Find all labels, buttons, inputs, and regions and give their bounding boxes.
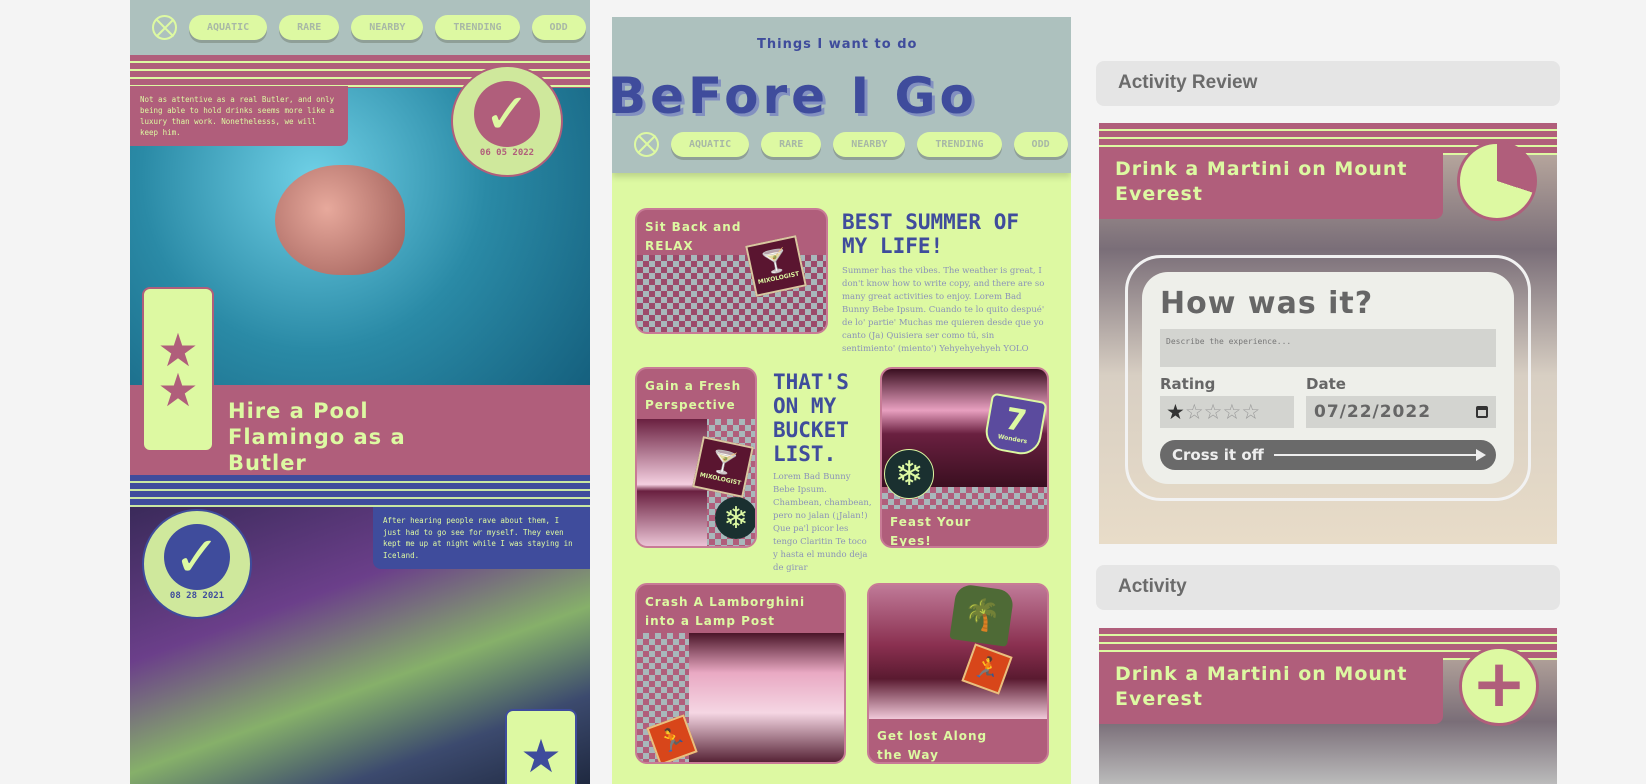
flamingo-caption: Not as attentive as a real Butler, and o…: [130, 86, 348, 146]
experience-input[interactable]: Describe the experience...: [1160, 329, 1496, 367]
bucket-card-relax[interactable]: Sit Back and RELAX 🍸 MIXOLOGIST: [635, 208, 828, 334]
close-icon[interactable]: [634, 131, 659, 157]
activity-title: Drink a Martini on Mount Everest: [1099, 656, 1443, 724]
bucket-card-perspective[interactable]: Gain a Fresh Perspective 🍸 MIXOLOGIST ❄: [635, 367, 757, 548]
completed-date: 08 28 2021: [169, 591, 225, 601]
blurb-body: Summer has the vibes. The weather is gre…: [842, 266, 1045, 354]
review-form: How was it? Describe the experience... R…: [1142, 272, 1514, 484]
mixologist-sticker: 🍸 MIXOLOGIST: [692, 436, 754, 498]
middle-panel: Things I want to do BeFore I Go AQUATIC …: [612, 17, 1071, 784]
blurb-body: Lorem Bad Bunny Bebe Ipsum. Chambean, ch…: [773, 472, 872, 573]
date-input[interactable]: 07/22/2022: [1306, 396, 1496, 428]
activity-review-card: Drink a Martini on Mount Everest How was…: [1099, 123, 1557, 544]
rating-stars[interactable]: ★☆☆☆☆: [1160, 396, 1294, 428]
blurb-heading: THAT'S ON MY BUCKET LIST.: [773, 370, 849, 466]
star-filled-icon[interactable]: ★: [1166, 400, 1185, 424]
blurb-heading: BEST SUMMER OF MY LIFE!: [842, 210, 1020, 258]
check-icon: ✓: [164, 524, 230, 590]
arrow-right-icon: [1273, 449, 1486, 461]
star-empty-icon[interactable]: ☆: [1222, 400, 1241, 424]
star-icon: ★: [520, 729, 562, 783]
rating-label: Rating: [1160, 375, 1216, 393]
pill-aquatic[interactable]: AQUATIC: [189, 15, 268, 40]
star-icon: ★: [157, 362, 199, 417]
bucket-card-lamborghini[interactable]: Crash A Lamborghini into a Lamp Post 🏃: [635, 583, 846, 764]
card-title: Get lost Along the Way: [877, 729, 988, 762]
snowflake-sticker: ❄: [884, 449, 934, 499]
left-panel: AQUATIC RARE NEARBY TRENDING ODD Not as …: [130, 0, 590, 784]
star-card: ★ ★: [142, 287, 214, 452]
header: Things I want to do BeFore I Go AQUATIC …: [612, 17, 1071, 173]
activity-title: Drink a Martini on Mount Everest: [1099, 151, 1443, 219]
sticker-number: 7: [1002, 401, 1030, 440]
calendar-icon[interactable]: [1476, 406, 1488, 418]
activity-review-header: Activity Review: [1096, 61, 1560, 106]
star-empty-icon[interactable]: ☆: [1241, 400, 1260, 424]
pill-odd[interactable]: ODD: [531, 15, 586, 40]
star-empty-icon[interactable]: ☆: [1204, 400, 1223, 424]
flamingo-float: [275, 165, 405, 275]
pill-aquatic[interactable]: AQUATIC: [671, 131, 750, 157]
card-title: Sit Back and RELAX: [645, 220, 742, 253]
star-empty-icon[interactable]: ☆: [1185, 400, 1204, 424]
bucket-card-feast[interactable]: 7 Wonders ❄ Feast Your Eyes!: [880, 367, 1049, 548]
completed-date: 06 05 2022: [479, 148, 535, 158]
aurora-caption: After hearing people rave about them, I …: [373, 507, 590, 569]
snowflake-sticker: ❄: [715, 497, 755, 539]
category-nav: AQUATIC RARE NEARBY TRENDING ODD: [130, 0, 590, 55]
star-card: ★: [505, 709, 577, 784]
cross-it-off-button[interactable]: Cross it off: [1160, 440, 1496, 470]
button-label: Cross it off: [1172, 446, 1264, 464]
activity-card: Drink a Martini on Mount Everest +: [1099, 628, 1557, 784]
pill-trending[interactable]: TRENDING: [435, 15, 520, 40]
check-icon: ✓: [474, 81, 540, 147]
page-title: BeFore I Go: [612, 67, 978, 125]
card-title: Crash A Lamborghini into a Lamp Post: [645, 595, 806, 628]
category-nav: AQUATIC RARE NEARBY TRENDING ODD: [612, 129, 1071, 159]
review-form-frame: How was it? Describe the experience... R…: [1125, 255, 1531, 501]
add-button[interactable]: +: [1459, 646, 1539, 726]
pill-rare[interactable]: RARE: [761, 131, 822, 157]
form-title: How was it?: [1160, 286, 1374, 321]
flamingo-title: Hire a Pool Flamingo as a Butler: [228, 399, 406, 475]
pill-nearby[interactable]: NEARBY: [833, 131, 906, 157]
pill-nearby[interactable]: NEARBY: [351, 15, 424, 40]
pill-odd[interactable]: ODD: [1013, 131, 1068, 157]
completed-badge: ✓: [451, 65, 563, 177]
palm-sticker: 🌴: [949, 585, 1015, 647]
subtitle: Things I want to do: [757, 37, 918, 52]
close-icon[interactable]: [152, 15, 177, 40]
car-image: [689, 633, 844, 762]
progress-pie: [1457, 141, 1537, 221]
pill-trending[interactable]: TRENDING: [917, 131, 1002, 157]
pill-rare[interactable]: RARE: [279, 15, 340, 40]
date-label: Date: [1306, 375, 1346, 393]
bucket-card-get-lost[interactable]: 🌴 🏃 Get lost Along the Way: [867, 583, 1049, 764]
completed-badge: ✓: [142, 509, 252, 619]
date-value: 07/22/2022: [1314, 402, 1432, 422]
activity-header: Activity: [1096, 565, 1560, 610]
card-title: Feast Your Eyes!: [890, 515, 972, 548]
stripe-divider: [130, 475, 590, 507]
mixologist-sticker: 🍸 MIXOLOGIST: [745, 235, 807, 297]
card-title: Gain a Fresh Perspective: [645, 379, 742, 412]
